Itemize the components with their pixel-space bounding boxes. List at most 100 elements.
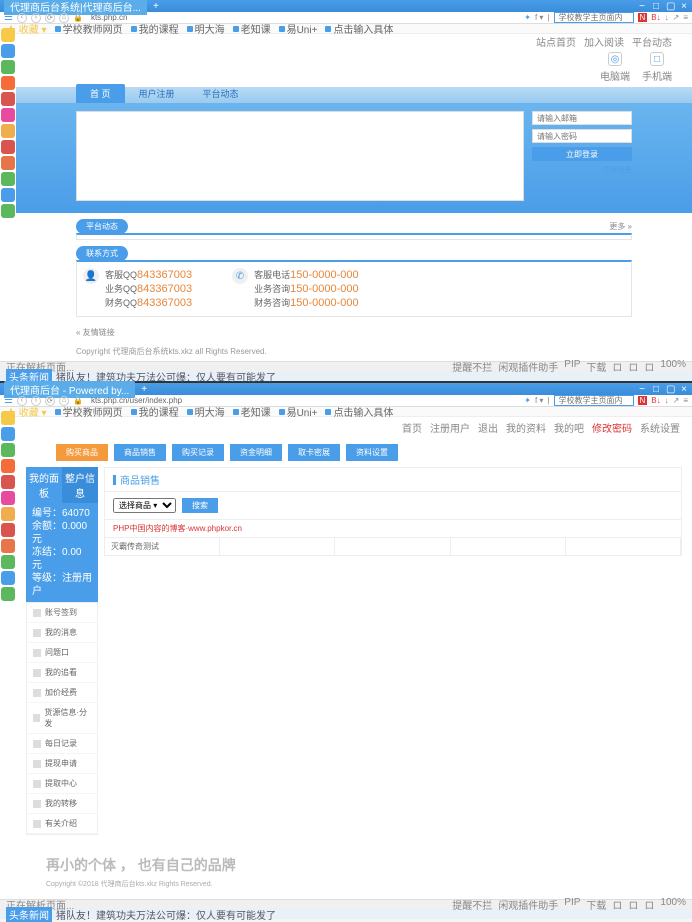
maximize-button[interactable]: ▢ (666, 384, 674, 395)
header-link[interactable]: 修改密码 (592, 420, 632, 435)
topnav-link[interactable]: 平台动态 (632, 34, 672, 49)
menu-item[interactable]: 问题口 (27, 643, 97, 663)
status-item[interactable]: ロ (628, 897, 638, 912)
ext-icon-1[interactable]: N (638, 13, 648, 22)
sidebar-app-icon[interactable] (1, 539, 15, 553)
browser-tab-2[interactable]: 代理商后台 - Powered by... (4, 381, 135, 398)
restore-button[interactable]: □ (652, 1, 660, 12)
menu-item[interactable]: 货源信息·分发 (27, 703, 97, 734)
ext-icon-3[interactable]: ↓ (665, 396, 669, 405)
sidebar-app-icon[interactable] (1, 555, 15, 569)
status-item[interactable]: 下载 (586, 897, 606, 912)
menu-item[interactable]: 提取中心 (27, 774, 97, 794)
desktop-icon-box[interactable]: ◎ 电脑端 (600, 52, 630, 83)
bookmark-item[interactable]: 点击输入具体 (325, 404, 393, 419)
register-link[interactable]: 立即注册 (532, 165, 632, 175)
status-item[interactable]: 提醒不拦 (452, 359, 492, 374)
bookmark-item[interactable]: 我的课程 (131, 404, 179, 419)
sidebar-app-icon[interactable] (1, 172, 15, 186)
new-tab-button[interactable]: + (141, 384, 147, 395)
bookmark-item[interactable]: 易Uni+ (279, 404, 318, 419)
bookmark-item[interactable]: 学校教师网页 (55, 404, 123, 419)
sidebar-app-icon[interactable] (1, 475, 15, 489)
ext-icon-2[interactable]: B↓ (651, 13, 660, 22)
tab-register[interactable]: 用户注册 (125, 84, 189, 103)
action-button[interactable]: 购买商品 (56, 444, 108, 461)
topnav-link[interactable]: 站点首页 (536, 34, 576, 49)
menu-item[interactable]: 我的追看 (27, 663, 97, 683)
ext-icon-3[interactable]: ↓ (665, 13, 669, 22)
sidebar-app-icon[interactable] (1, 60, 15, 74)
status-item[interactable]: 下载 (586, 359, 606, 374)
header-link[interactable]: 我的资料 (506, 420, 546, 435)
menu-item[interactable]: 我的消息 (27, 623, 97, 643)
sidebar-app-icon[interactable] (1, 443, 15, 457)
sidebar-app-icon[interactable] (1, 92, 15, 106)
status-item[interactable]: 100% (660, 359, 686, 374)
extension-search[interactable] (554, 12, 634, 23)
status-item[interactable]: ロ (628, 359, 638, 374)
task-app-icon[interactable]: 头条新闻 (6, 907, 52, 922)
sidebar-app-icon[interactable] (1, 571, 15, 585)
ext-menu-icon[interactable]: ≡ (683, 13, 688, 22)
ext-icon-4[interactable]: ↗ (673, 396, 680, 405)
header-link[interactable]: 我的吧 (554, 420, 584, 435)
close-button[interactable]: × (680, 384, 688, 395)
sidebar-app-icon[interactable] (1, 587, 15, 601)
bookmark-item[interactable]: 老知课 (233, 404, 271, 419)
bookmark-item[interactable]: 学校教师网页 (55, 21, 123, 36)
flag-icon[interactable]: f ▾ (535, 13, 543, 22)
sidebar-app-icon[interactable] (1, 411, 15, 425)
menu-item[interactable]: 账号签到 (27, 603, 97, 623)
bookmark-item[interactable]: 易Uni+ (279, 21, 318, 36)
bookmark-item[interactable]: 老知课 (233, 21, 271, 36)
action-button[interactable]: 取卡密展 (288, 444, 340, 461)
sidebar-app-icon[interactable] (1, 204, 15, 218)
status-item[interactable]: 闲观插件助手 (498, 359, 558, 374)
topnav-link[interactable]: 加入阅读 (584, 34, 624, 49)
action-button[interactable]: 资料设置 (346, 444, 398, 461)
action-button[interactable]: 资金明细 (230, 444, 282, 461)
menu-item[interactable]: 加价经费 (27, 683, 97, 703)
close-button[interactable]: × (680, 1, 688, 12)
sidebar-app-icon[interactable] (1, 76, 15, 90)
search-button[interactable]: 搜索 (182, 498, 218, 513)
sidebar-app-icon[interactable] (1, 427, 15, 441)
product-select[interactable]: 选择商品 ▾ (113, 498, 176, 513)
tab-platform[interactable]: 平台动态 (189, 84, 253, 103)
sidebar-app-icon[interactable] (1, 140, 15, 154)
ext-icon-1[interactable]: N (638, 396, 648, 405)
sidebar-app-icon[interactable] (1, 523, 15, 537)
status-item[interactable]: ロ (612, 359, 622, 374)
sidebar-app-icon[interactable] (1, 28, 15, 42)
header-link[interactable]: 首页 (402, 420, 422, 435)
mobile-icon-box[interactable]: □ 手机端 (642, 52, 672, 83)
sidebar-app-icon[interactable] (1, 44, 15, 58)
status-item[interactable]: 闲观插件助手 (498, 897, 558, 912)
status-item[interactable]: PIP (564, 359, 580, 374)
bookmark-item[interactable]: 我的课程 (131, 21, 179, 36)
minimize-button[interactable]: − (638, 384, 646, 395)
login-button[interactable]: 立即登录 (532, 147, 632, 161)
sidebar-app-icon[interactable] (1, 507, 15, 521)
more-link[interactable]: 更多 » (609, 221, 632, 232)
new-tab-button[interactable]: + (153, 1, 159, 12)
menu-item[interactable]: 我的转移 (27, 794, 97, 814)
flag-icon[interactable]: f ▾ (535, 396, 543, 405)
sidebar-app-icon[interactable] (1, 459, 15, 473)
status-item[interactable]: ロ (612, 897, 622, 912)
header-link[interactable]: 系统设置 (640, 420, 680, 435)
status-item[interactable]: 提醒不拦 (452, 897, 492, 912)
menu-item[interactable]: 提现申请 (27, 754, 97, 774)
sidebar-app-icon[interactable] (1, 491, 15, 505)
restore-button[interactable]: □ (652, 384, 660, 395)
bookmark-item[interactable]: 明大海 (187, 21, 225, 36)
tab-my-panel[interactable]: 我的面板 (26, 467, 62, 503)
email-input[interactable] (532, 111, 632, 125)
wand-icon[interactable]: ✦ (524, 396, 531, 405)
wand-icon[interactable]: ✦ (524, 13, 531, 22)
ext-menu-icon[interactable]: ≡ (683, 396, 688, 405)
status-item[interactable]: PIP (564, 897, 580, 912)
header-link[interactable]: 退出 (478, 420, 498, 435)
status-item[interactable]: ロ (644, 359, 654, 374)
